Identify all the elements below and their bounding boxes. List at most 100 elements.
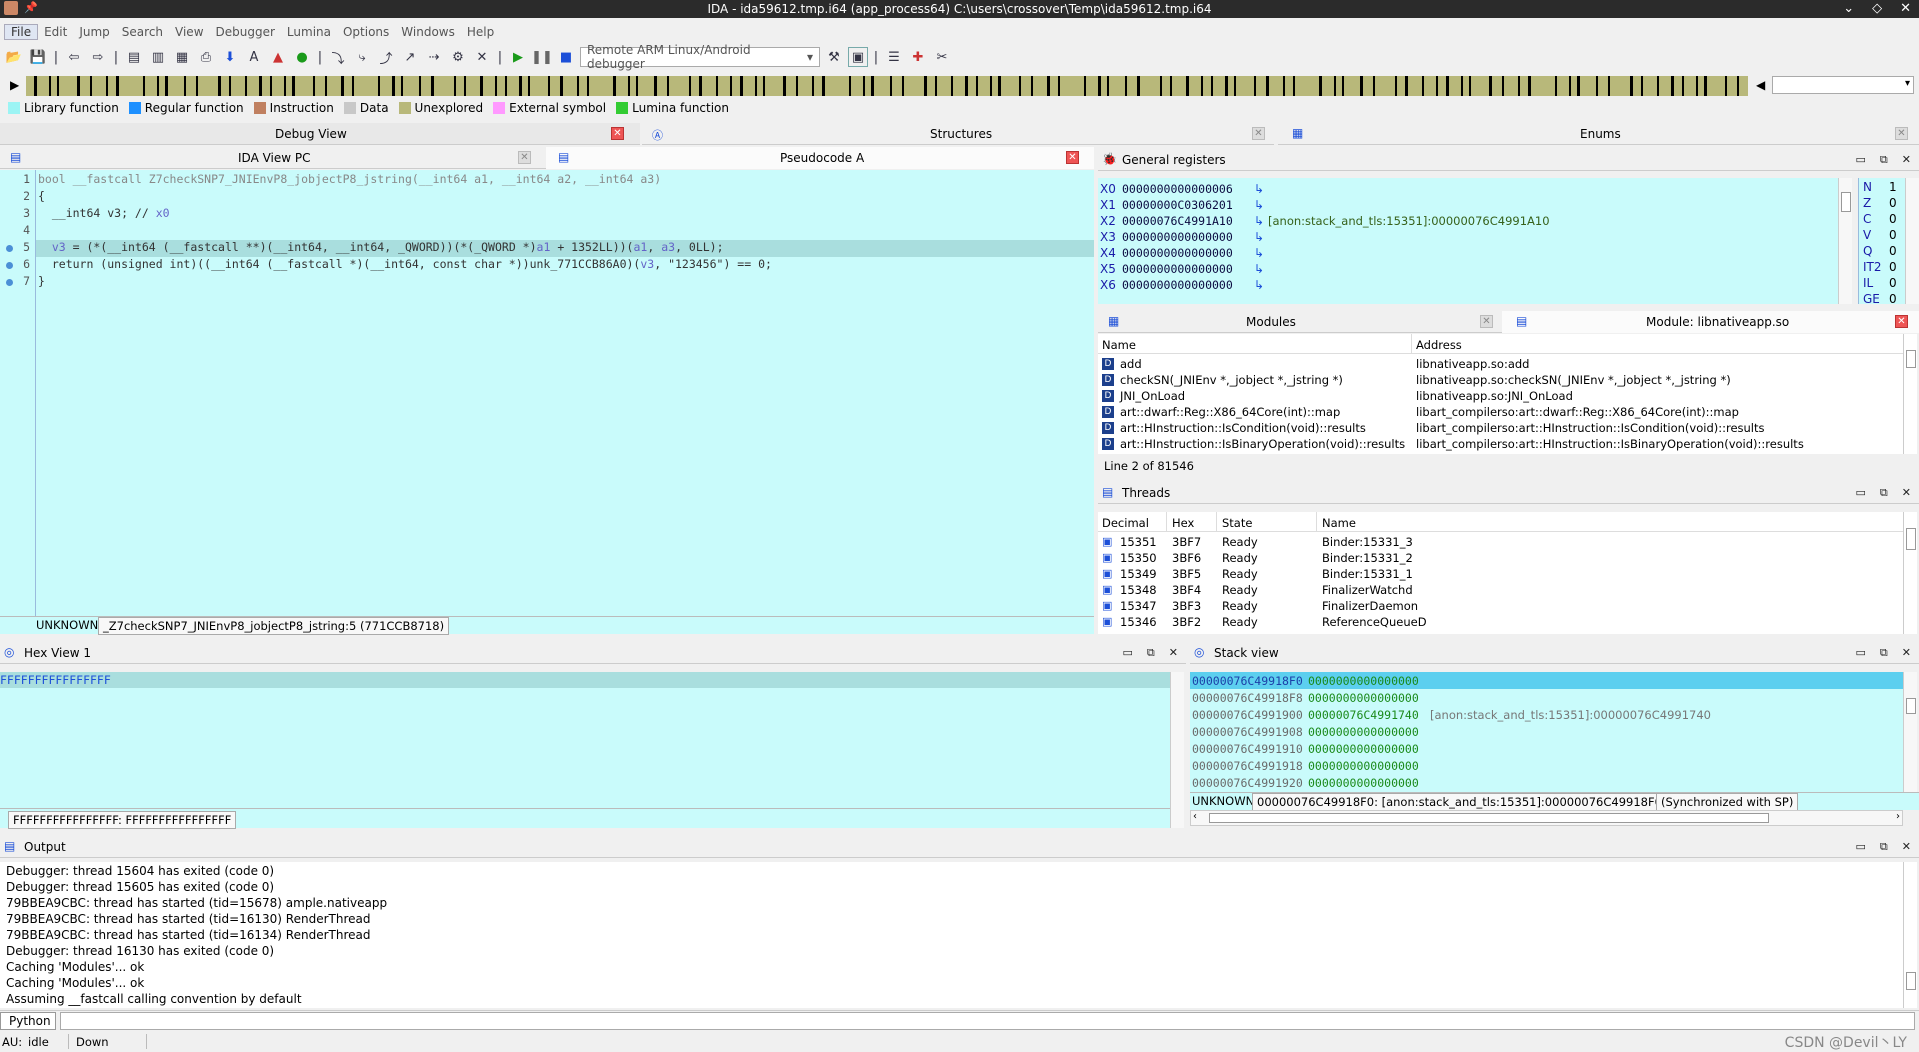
registers-scrollbar[interactable] [1838,178,1852,304]
binary-icon[interactable]: ▤ [124,47,144,67]
menu-debugger[interactable]: Debugger [210,25,281,39]
flags-scrollbar[interactable] [1905,178,1919,304]
jump-arrow-icon[interactable]: ↳ [1254,262,1268,276]
tab-modules[interactable]: ▦ Modules ✕ [1098,311,1498,333]
menu-edit[interactable]: Edit [38,25,73,39]
flag-value[interactable]: 0 [1889,276,1897,290]
module-row[interactable]: Dart::HInstruction::IsBinaryOperation(vo… [1098,436,1903,452]
flag-row[interactable]: C0 [1863,212,1897,226]
scroll-left-icon[interactable]: ‹ [1193,811,1197,822]
flag-value[interactable]: 0 [1889,260,1897,274]
close-icon[interactable]: ✕ [1902,646,1911,660]
minimize-icon[interactable]: ▭ [1856,840,1866,854]
register-row[interactable]: X5 0000000000000000 ↳ [1098,262,1268,278]
stack-row[interactable]: 00000076C4991910 0000000000000000 [1190,740,1903,757]
menu-options[interactable]: Options [337,25,395,39]
close-icon[interactable]: ✕ [1480,315,1493,328]
green-circle-icon[interactable]: ● [292,47,312,67]
jump-arrow-icon[interactable]: ↳ [1254,278,1268,292]
stack-row[interactable]: 00000076C4991918 0000000000000000 [1190,757,1903,774]
output-log[interactable]: Debugger: thread 15604 has exited (code … [0,862,1903,1008]
close-icon[interactable]: ✕ [1252,127,1265,140]
close-icon[interactable]: ✕ [1066,151,1079,164]
col-state[interactable]: State [1222,516,1252,530]
register-value[interactable]: 0000000000000006 [1122,182,1254,196]
col-hex[interactable]: Hex [1172,516,1194,530]
command-input[interactable] [60,1012,1915,1030]
close-icon[interactable]: ✕ [1902,153,1911,167]
jump-arrow-icon[interactable]: ↳ [1254,246,1268,260]
stack-value[interactable]: 0000000000000000 [1308,674,1419,688]
float-icon[interactable]: ⧉ [1880,486,1888,500]
module-row[interactable]: Dart::dwarf::Reg::X86_64Core(int)::map li… [1098,404,1903,420]
text-icon[interactable]: A [244,47,264,67]
code-text[interactable]: } [38,274,45,291]
maximize-icon[interactable]: ◇ [1872,1,1882,16]
breakpoint-dot-icon[interactable] [6,279,13,286]
step-over-icon[interactable]: ⤷ [352,47,372,67]
stack-row[interactable]: 00000076C49918F8 0000000000000000 [1190,689,1903,706]
minimize-icon[interactable]: ▭ [1856,486,1866,500]
register-row[interactable]: X4 0000000000000000 ↳ [1098,246,1268,262]
flag-value[interactable]: 1 [1889,180,1897,194]
module-row[interactable]: D JNI_OnLoad libnativeapp.so:JNI_OnLoad [1098,388,1903,404]
stop-icon[interactable]: ■ [556,47,576,67]
stack-value[interactable]: 00000076C4991740 [1308,708,1419,722]
tab-ida-view[interactable]: ▤ IDA View PC ✕ [0,147,540,169]
scroll-right-icon[interactable]: › [1896,811,1900,822]
play-icon[interactable]: ▶ [508,47,528,67]
flag-row[interactable]: V0 [1863,228,1897,242]
pause-icon[interactable]: ❚❚ [531,47,553,67]
col-address[interactable]: Address [1416,338,1462,352]
detach-icon[interactable]: ✕ [472,47,492,67]
menu-search[interactable]: Search [116,25,169,39]
stack-value[interactable]: 0000000000000000 [1308,725,1419,739]
breakpoint-list-icon[interactable]: ☰ [884,47,904,67]
thread-row[interactable]: ▣ 15347 3BF3 Ready FinalizerDaemon [1098,598,1903,614]
breakpoint-dot-icon[interactable] [6,245,13,252]
attach-icon[interactable]: ⚙ [448,47,468,67]
scroll-thumb[interactable] [1209,813,1769,823]
float-icon[interactable]: ⧉ [1147,646,1155,660]
thread-row[interactable]: ▣ 15348 3BF4 Ready FinalizerWatchd [1098,582,1903,598]
stack-scrollbar[interactable] [1903,672,1917,792]
register-row[interactable]: X6 0000000000000000 ↳ [1098,278,1268,294]
hexview-scrollbar[interactable] [1170,672,1184,828]
binary2-icon[interactable]: ▥ [148,47,168,67]
jump-arrow-icon[interactable]: ↳ [1254,182,1268,196]
register-row[interactable]: X0 0000000000000006 ↳ [1098,182,1268,198]
python-button[interactable]: Python [0,1012,56,1030]
run-to-cursor-icon[interactable]: ⤴ [376,47,396,67]
col-name[interactable]: Name [1322,516,1356,530]
menu-view[interactable]: View [169,25,209,39]
flag-value[interactable]: 0 [1889,228,1897,242]
debugger-select[interactable]: Remote ARM Linux/Android debugger ▾ [580,43,820,71]
pseudocode-view[interactable]: 1 2 3 4 5 6 7 bool __fastcall Z7checkSNP… [0,170,1094,616]
navigation-strip[interactable] [26,76,1748,96]
trace-icon[interactable]: ⇢ [424,47,444,67]
code-text[interactable]: { [38,189,45,206]
flag-row[interactable]: Z0 [1863,196,1897,210]
modules-scrollbar[interactable] [1903,334,1917,454]
flag-row[interactable]: IT2 0 [1863,260,1897,274]
menu-windows[interactable]: Windows [395,25,461,39]
tab-module-libnativeapp[interactable]: ▤ Module: libnativeapp.so ✕ [1502,311,1919,333]
flag-row[interactable]: GE 0 [1863,292,1897,306]
menu-lumina[interactable]: Lumina [281,25,337,39]
close-icon[interactable]: ✕ [611,127,624,140]
back-icon[interactable]: ⇦ [64,47,84,67]
minimize-icon[interactable]: ▭ [1123,646,1133,660]
flag-row[interactable]: IL 0 [1863,276,1897,290]
minimize-icon[interactable]: ▭ [1856,646,1866,660]
delete-breakpoint-icon[interactable]: ✂ [932,47,952,67]
stack-row[interactable]: 00000076C4991900 00000076C4991740 [anon:st… [1190,706,1903,723]
print-icon[interactable]: ⎙ [196,47,216,67]
col-decimal[interactable]: Decimal [1102,516,1149,530]
jump-arrow-icon[interactable]: ↳ [1254,198,1268,212]
code-text[interactable]: bool __fastcall Z7checkSNP7_JNIEnvP8_job… [38,172,661,189]
stack-hscrollbar[interactable]: ‹ › [1190,810,1903,826]
breakpoint-dot-icon[interactable] [6,262,13,269]
thread-row[interactable]: ▣ 15350 3BF6 Ready Binder:15331_2 [1098,550,1903,566]
float-icon[interactable]: ⧉ [1880,646,1888,660]
stack-value[interactable]: 0000000000000000 [1308,759,1419,773]
